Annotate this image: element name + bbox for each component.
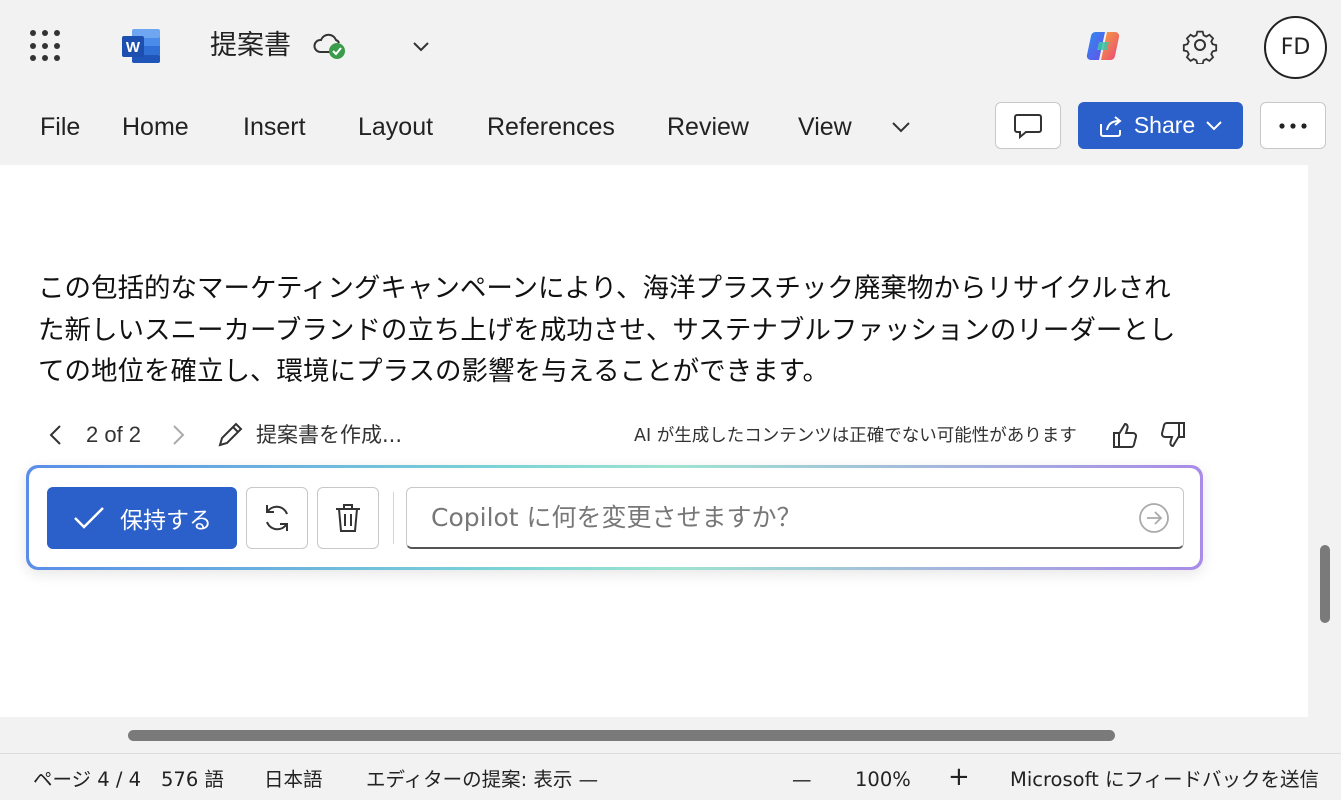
- chevron-down-icon: [1206, 120, 1222, 130]
- zoom-level[interactable]: 100%: [855, 765, 911, 795]
- share-button[interactable]: Share: [1078, 102, 1243, 149]
- gear-icon[interactable]: [1182, 28, 1218, 65]
- vertical-scrollbar[interactable]: [1310, 165, 1341, 717]
- more-options-button[interactable]: [1260, 102, 1326, 149]
- suggestion-counter: 2 of 2: [86, 422, 142, 447]
- avatar[interactable]: FD: [1264, 16, 1327, 79]
- copilot-icon[interactable]: [1085, 28, 1121, 64]
- tab-view[interactable]: View: [798, 108, 852, 146]
- copilot-prompt-input[interactable]: [407, 488, 1107, 546]
- divider: [393, 492, 394, 544]
- title-bar: [0, 0, 1341, 95]
- feedback-link[interactable]: Microsoft にフィードバックを送信: [1010, 765, 1319, 795]
- keep-button[interactable]: 保持する: [47, 487, 237, 549]
- chevron-down-icon[interactable]: [410, 36, 432, 56]
- document-paragraph[interactable]: この包括的なマーケティングキャンペーンにより、海洋プラスチック廃棄物からリサイク…: [38, 268, 1243, 393]
- app-launcher-icon[interactable]: [30, 30, 62, 62]
- trash-icon: [336, 504, 360, 532]
- comment-icon: [1014, 113, 1042, 139]
- share-label: Share: [1133, 112, 1196, 138]
- thumbs-down-icon[interactable]: [1158, 419, 1188, 451]
- cloud-saved-icon[interactable]: [312, 30, 348, 62]
- refresh-icon: [266, 505, 288, 531]
- discard-button[interactable]: [317, 487, 379, 549]
- editor-suggestions[interactable]: エディターの提案: 表示 —: [366, 765, 598, 795]
- next-suggestion-icon[interactable]: [166, 422, 190, 448]
- tab-insert[interactable]: Insert: [243, 108, 306, 146]
- prompt-label: 提案書を作成...: [256, 423, 403, 447]
- document-title[interactable]: 提案書: [210, 26, 291, 66]
- paragraph-line: た新しいスニーカーブランドの立ち上げを成功させ、サステナブルファッションのリーダ…: [38, 314, 1176, 346]
- word-count[interactable]: 576 語: [161, 765, 224, 795]
- checkmark-icon: [74, 507, 104, 529]
- tab-home[interactable]: Home: [122, 108, 189, 146]
- paragraph-line: ての地位を確立し、環境にプラスの影響を与えることができます。: [38, 356, 830, 387]
- share-icon: [1099, 115, 1122, 137]
- copilot-prompt-field[interactable]: [406, 487, 1184, 549]
- zoom-in-button[interactable]: +: [948, 762, 970, 792]
- regenerate-button[interactable]: [246, 487, 308, 549]
- horizontal-scrollbar-thumb[interactable]: [128, 730, 1115, 741]
- page-indicator: ページ 4 / 4: [33, 768, 142, 791]
- tab-file[interactable]: File: [40, 108, 80, 146]
- keep-label: 保持する: [120, 508, 212, 534]
- zoom-out-button[interactable]: —: [792, 765, 812, 795]
- tab-layout[interactable]: Layout: [358, 108, 433, 146]
- language-indicator[interactable]: 日本語: [264, 765, 323, 795]
- previous-suggestion-icon[interactable]: [44, 422, 68, 448]
- more-tabs-chevron-icon[interactable]: [890, 117, 912, 137]
- send-arrow-icon[interactable]: [1137, 501, 1171, 535]
- thumbs-up-icon[interactable]: [1110, 419, 1140, 451]
- ellipsis-icon: [1279, 122, 1307, 129]
- vertical-scrollbar-thumb[interactable]: [1320, 545, 1330, 623]
- svg-text:W: W: [126, 39, 141, 56]
- tab-review[interactable]: Review: [667, 108, 749, 146]
- tab-references[interactable]: References: [487, 108, 615, 146]
- ai-disclaimer: AI が生成したコンテンツは正確でない可能性があります: [634, 426, 1077, 446]
- word-icon[interactable]: W: [120, 27, 162, 65]
- comments-button[interactable]: [995, 102, 1061, 149]
- pencil-icon: [214, 419, 246, 451]
- paragraph-line: この包括的なマーケティングキャンペーンにより、海洋プラスチック廃棄物からリサイク…: [38, 273, 1171, 304]
